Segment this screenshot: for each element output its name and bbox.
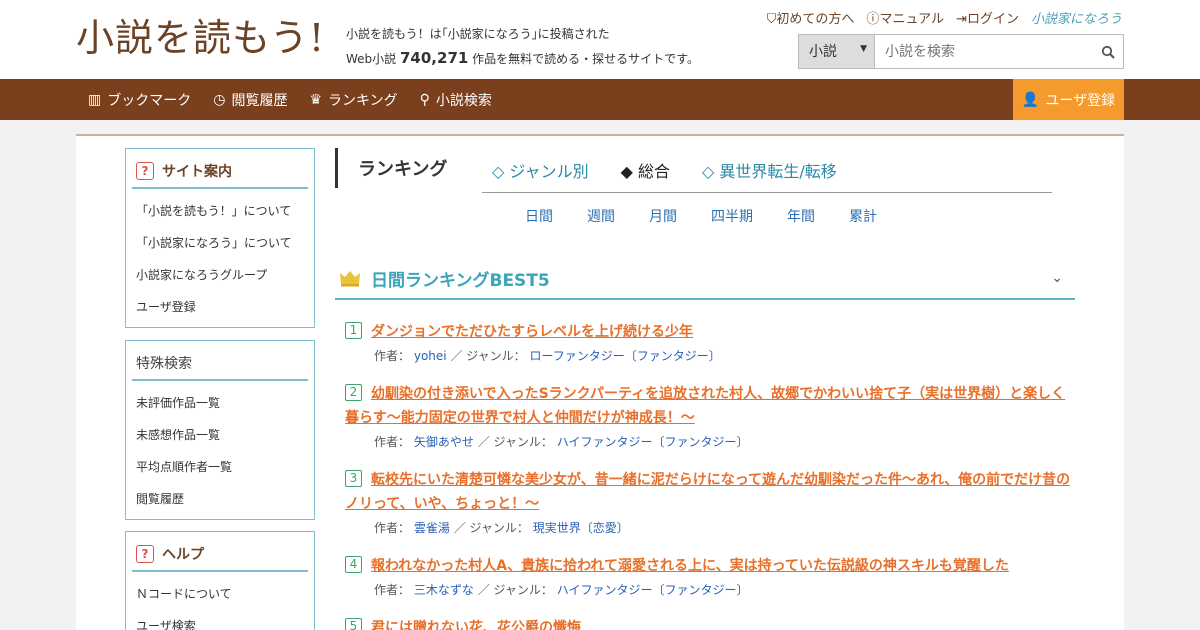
site-header: 小説を読もう! 小説を読もう！は｢小説家になろう｣に投稿された Web小説 74… [0,0,1200,79]
question-icon: ? [136,162,154,180]
rank-badge: 4 [345,555,362,573]
ranking-entry: 1 ダンジョンでただひたすらレベルを上げ続ける少年 作者： yohei ／ ジャン… [345,320,1075,368]
novel-title[interactable]: 幼馴染の付き添いで入ったSランクパーティを追放された村人、故郷でかわいい捨て子（… [345,386,1065,426]
rank-badge: 3 [345,469,362,487]
register-button[interactable]: 👤 ユーザ登録 [1013,79,1124,120]
genre-link[interactable]: ローファンタジー〔ファンタジー〕 [530,349,721,363]
ranking-entry: 3 転校先にいた清楚可憐な美少女が、昔一緒に泥だらけになって遊んだ幼馴染だった件～… [345,468,1075,540]
desc-line2: Web小説 740,271 作品を無料で読める・探せるサイトです。 [346,46,699,71]
novel-count: 740,271 [400,49,469,67]
sidebar-item-no-review[interactable]: 未感想作品一覧 [126,419,314,451]
question-icon: ? [136,545,154,563]
sidebar-item-history[interactable]: 閲覧履歴 [126,483,314,515]
crown-icon [340,271,360,287]
sidebar-special: 特殊検索 未評価作品一覧 未感想作品一覧 平均点順作者一覧 閲覧履歴 [125,340,315,520]
author-link[interactable]: 矢御あやせ [414,435,474,449]
period-weekly[interactable]: 週間 [587,206,615,226]
site-description: 小説を読もう！は｢小説家になろう｣に投稿された Web小説 740,271 作品… [346,22,699,71]
novel-meta: 作者： 雲雀湯 ／ ジャンル： 現実世界〔恋愛〕 [374,521,629,535]
sidebar-item-avg-authors[interactable]: 平均点順作者一覧 [126,451,314,483]
main-nav: ▥ ブックマーク ◷ 閲覧履歴 ♛ ランキング ⚲ 小説検索 👤 ユーザ登録 [0,79,1200,120]
novel-title[interactable]: 転校先にいた清楚可憐な美少女が、昔一緒に泥だらけになって遊んだ幼馴染だった件～あ… [345,472,1070,512]
crown-icon: ♛ [309,91,323,108]
novel-meta: 作者： yohei ／ ジャンル： ローファンタジー〔ファンタジー〕 [374,349,721,363]
nav-ranking[interactable]: ♛ ランキング [309,90,397,110]
help-circle-icon: ⓘ [866,12,880,27]
genre-link[interactable]: 現実世界〔恋愛〕 [533,521,629,535]
period-quarterly[interactable]: 四半期 [711,206,753,226]
ranking-title: ランキング [358,159,448,180]
sidebar-item-unrated[interactable]: 未評価作品一覧 [126,387,314,419]
shield-icon: ⛉ [766,12,777,27]
ranking-entry: 5 君には贈れない花、花公爵の懺悔 [345,616,1075,630]
period-daily[interactable]: 日間 [525,206,553,226]
login-icon: ⇥ [956,12,967,27]
search-icon [1101,45,1115,59]
author-link[interactable]: yohei [414,349,447,363]
novel-meta: 作者： 矢御あやせ ／ ジャンル： ハイファンタジー〔ファンタジー〕 [374,435,749,449]
narou-brand-link[interactable]: 小説家になろう [1031,8,1122,27]
nav-bookmark[interactable]: ▥ ブックマーク [88,90,191,110]
search-input[interactable] [875,35,1093,68]
genre-link[interactable]: ハイファンタジー〔ファンタジー〕 [557,435,749,449]
bookmark-icon: ▥ [88,91,102,108]
period-yearly[interactable]: 年間 [787,206,815,226]
nav-history[interactable]: ◷ 閲覧履歴 [213,90,287,110]
ranking-tabs: ◇ ジャンル別 ◆ 総合 ◇ 異世界転生/転移 [492,158,837,182]
author-link[interactable]: 雲雀湯 [414,521,450,535]
tab-overall[interactable]: ◆ 総合 [621,158,670,182]
tab-isekai[interactable]: ◇ 異世界転生/転移 [702,158,837,182]
genre-link[interactable]: ハイファンタジー〔ファンタジー〕 [557,583,749,597]
search-icon: ⚲ [419,91,430,108]
search-type-select[interactable]: 小説 ▼ [799,35,875,68]
sidebar-special-title: 特殊検索 [132,349,308,381]
sidebar-item-user-search[interactable]: ユーザ検索 [126,610,314,630]
ranking-entry: 2 幼馴染の付き添いで入ったSランクパーティを追放された村人、故郷でかわいい捨て子… [345,382,1075,454]
chevron-down-icon: ▼ [860,44,867,54]
sidebar-item-about-yomou[interactable]: 「小説を読もう！」について [126,195,314,227]
ranking-header: ランキング [335,148,447,188]
sidebar-help-title: ? ヘルプ [132,540,308,572]
novel-title[interactable]: 報われなかった村人A、貴族に拾われて溺愛される上に、実は持っていた伝説級の神スキ… [371,558,1009,574]
desc-suffix: 作品を無料で読める・探せるサイトです。 [472,52,699,66]
sidebar-help: ? ヘルプ Ｎコードについて ユーザ検索 [125,531,315,630]
divider [482,192,1052,193]
rank-badge: 5 [345,617,362,630]
desc-line1: 小説を読もう！は｢小説家になろう｣に投稿された [346,27,610,41]
sidebar-item-register[interactable]: ユーザ登録 [126,291,314,323]
author-link[interactable]: 三木なずな [414,583,474,597]
beginner-link[interactable]: ⛉初めての方へ [767,8,855,27]
login-link[interactable]: ⇥ログイン [956,8,1019,27]
sidebar-guide: ? サイト案内 「小説を読もう！」について 「小説家になろう」について 小説家にな… [125,148,315,328]
ranking-entry: 4 報われなかった村人A、貴族に拾われて溺愛される上に、実は持っていた伝説級の神ス… [345,554,1075,602]
sidebar-item-about-narou[interactable]: 「小説家になろう」について [126,227,314,259]
novel-title[interactable]: ダンジョンでただひたすらレベルを上げ続ける少年 [371,324,693,340]
period-monthly[interactable]: 月間 [649,206,677,226]
site-logo[interactable]: 小説を読もう! [76,16,325,60]
history-icon: ◷ [213,91,226,108]
search-button[interactable] [1093,35,1123,68]
top-links: ⛉初めての方へ ⓘマニュアル ⇥ログイン 小説家になろう [767,8,1122,27]
nav-search[interactable]: ⚲ 小説検索 [420,90,492,110]
best5-header[interactable]: 日間ランキングBEST5 ⌄ [335,258,1075,300]
sidebar-guide-title: ? サイト案内 [132,157,308,189]
novel-title[interactable]: 君には贈れない花、花公爵の懺悔 [371,620,581,630]
rank-badge: 1 [345,321,362,339]
best5-title: 日間ランキングBEST5 [371,270,550,291]
main-content: ? サイト案内 「小説を読もう！」について 「小説家になろう」について 小説家にな… [76,134,1124,630]
search-bar: 小説 ▼ [798,34,1124,69]
sidebar-item-ncode[interactable]: Ｎコードについて [126,578,314,610]
desc-prefix: Web小説 [346,52,397,66]
novel-meta: 作者： 三木なずな ／ ジャンル： ハイファンタジー〔ファンタジー〕 [374,583,749,597]
tab-genre[interactable]: ◇ ジャンル別 [492,158,589,182]
period-tabs: 日間 週間 月間 四半期 年間 累計 [525,206,911,226]
rank-badge: 2 [345,383,362,401]
user-icon: 👤 [1021,91,1040,108]
chevron-down-icon[interactable]: ⌄ [1051,270,1063,286]
sidebar-item-group[interactable]: 小説家になろうグループ [126,259,314,291]
manual-link[interactable]: ⓘマニュアル [866,8,944,27]
period-total[interactable]: 累計 [849,206,877,226]
